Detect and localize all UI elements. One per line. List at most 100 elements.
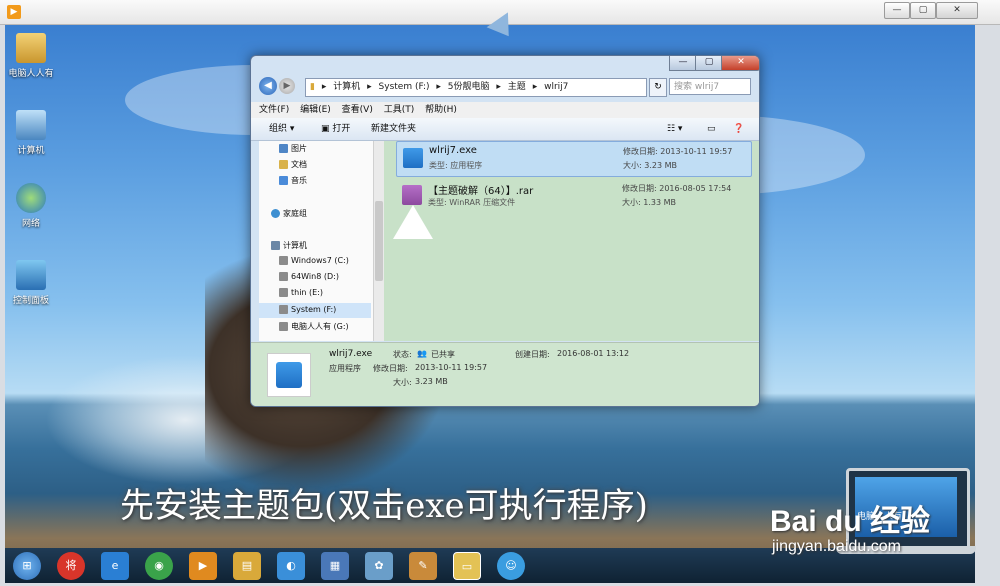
nav-item-label: 家庭组 xyxy=(283,209,307,218)
nav-item-label: 文档 xyxy=(291,160,307,169)
drive-icon xyxy=(279,288,288,297)
file-date: 修改日期: 2013-10-11 19:57 xyxy=(623,147,733,156)
back-button[interactable]: ◀ xyxy=(259,77,277,95)
nav-item-label: 音乐 xyxy=(291,176,307,185)
file-row-rar[interactable]: 【主题破解（64）】.rar 类型: WinRAR 压缩文件 修改日期: 201… xyxy=(396,179,750,213)
player-minimize-button[interactable]: — xyxy=(884,2,910,19)
explorer-icon[interactable]: ▭ xyxy=(453,552,481,580)
open-icon: ▣ xyxy=(321,124,333,134)
player-restore-button[interactable]: ▢ xyxy=(910,2,936,19)
open-label: 打开 xyxy=(332,124,351,134)
theme-icon[interactable]: ▦ xyxy=(321,552,349,580)
folder-icon[interactable]: ▤ xyxy=(233,552,261,580)
menu-tools[interactable]: 工具(T) xyxy=(384,102,415,118)
new-folder-button[interactable]: 新建文件夹 xyxy=(371,118,416,140)
breadcrumb-drive[interactable]: System (F:) xyxy=(379,82,430,92)
homegroup-icon xyxy=(271,209,280,218)
rar-archive-icon xyxy=(402,185,422,205)
explorer-maximize-button[interactable]: ▢ xyxy=(695,56,723,71)
chrome-icon[interactable]: ◉ xyxy=(145,552,173,580)
annotation-arrow-icon xyxy=(393,205,433,239)
menu-edit[interactable]: 编辑(E) xyxy=(300,102,331,118)
open-button[interactable]: ▣ 打开 xyxy=(321,118,350,140)
nav-item-homegroup[interactable]: 家庭组 xyxy=(271,208,307,219)
scrollbar-thumb[interactable] xyxy=(375,201,383,281)
player-close-button[interactable]: ✕ xyxy=(936,2,978,19)
nav-item-label: System (F:) xyxy=(291,305,337,314)
desktop-icon-network[interactable]: 网络 xyxy=(5,183,61,229)
nav-item-documents[interactable]: 文档 xyxy=(279,159,307,170)
details-pane: wlrij7.exe 应用程序 状态: 👥 已共享 修改日期: 2013-10-… xyxy=(251,342,759,406)
player-logo-icon[interactable]: ▶ xyxy=(7,5,21,19)
address-separator: ▸ xyxy=(532,82,538,92)
help-icon[interactable]: ❓ xyxy=(733,118,744,140)
refresh-icon[interactable]: ↻ xyxy=(649,78,667,97)
view-options-icon[interactable]: ☷ ▾ xyxy=(667,118,682,140)
details-modified-value: 2013-10-11 19:57 xyxy=(415,363,488,372)
nav-item-label: Windows7 (C:) xyxy=(291,256,349,265)
menu-view[interactable]: 查看(V) xyxy=(342,102,373,118)
preview-pane-icon[interactable]: ▭ xyxy=(707,118,716,140)
jingyan-url: jingyan.baidu.com xyxy=(772,538,901,555)
address-bar[interactable]: ▮ ▸ 计算机 ▸ System (F:) ▸ 5份靓电脑 ▸ 主题 ▸ wlr… xyxy=(305,78,647,97)
breadcrumb-current[interactable]: wlrij7 xyxy=(544,82,568,92)
nav-item-drive-c[interactable]: Windows7 (C:) xyxy=(279,256,349,265)
navigation-row: ◀ ▶ ▮ ▸ 计算机 ▸ System (F:) ▸ 5份靓电脑 ▸ 主题 ▸… xyxy=(251,74,759,100)
nav-item-pictures[interactable]: 图片 xyxy=(279,143,307,154)
forward-button[interactable]: ▶ xyxy=(279,78,295,94)
documents-icon xyxy=(279,160,288,169)
details-size-label: 大小: xyxy=(393,378,412,387)
navigation-pane: 图片 文档 音乐 家庭组 计算机 Windows7 (C:) 64Win8 (D… xyxy=(259,141,384,341)
nav-item-drive-d[interactable]: 64Win8 (D:) xyxy=(279,272,339,281)
desktop-icon-computer[interactable]: 计算机 xyxy=(5,110,61,156)
nav-item-label: thin (E:) xyxy=(291,288,324,297)
menu-help[interactable]: 帮助(H) xyxy=(425,102,457,118)
app-icon[interactable]: ◐ xyxy=(277,552,305,580)
file-list: wlrij7.exe 类型: 应用程序 修改日期: 2013-10-11 19:… xyxy=(384,141,759,341)
details-file-name: wlrij7.exe xyxy=(329,349,373,359)
settings-icon[interactable]: ✿ xyxy=(365,552,393,580)
nav-item-computer[interactable]: 计算机 xyxy=(271,240,307,251)
details-created-label: 创建日期: xyxy=(515,350,550,359)
file-size: 大小: 1.33 MB xyxy=(622,198,676,207)
nav-item-drive-f[interactable]: System (F:) xyxy=(279,305,336,314)
file-type: 类型: 应用程序 xyxy=(429,161,483,170)
nav-item-drive-e[interactable]: thin (E:) xyxy=(279,288,323,297)
breadcrumb-computer[interactable]: 计算机 xyxy=(333,82,360,92)
shared-icon: 👥 xyxy=(417,349,427,358)
tutorial-caption: 先安装主题包(双击exe可执行程序) xyxy=(120,486,648,526)
explorer-window: — ▢ ✕ ◀ ▶ ▮ ▸ 计算机 ▸ System (F:) ▸ 5份靓电脑 … xyxy=(250,55,760,407)
nav-item-label: 电脑人人有 (G:) xyxy=(291,322,349,331)
menu-bar: 文件(F) 编辑(E) 查看(V) 工具(T) 帮助(H) xyxy=(251,102,759,118)
details-modified-label: 修改日期: xyxy=(373,364,408,373)
breadcrumb-theme[interactable]: 主题 xyxy=(508,82,526,92)
paint-icon[interactable]: ✎ xyxy=(409,552,437,580)
file-name: wlrij7.exe xyxy=(429,145,477,156)
nav-scrollbar[interactable] xyxy=(373,141,384,341)
desktop-icon-label: 电脑人人有 xyxy=(8,69,54,79)
breadcrumb-folder[interactable]: 5份靓电脑 xyxy=(448,82,490,92)
start-orb-icon[interactable]: ⊞ xyxy=(13,552,41,580)
nav-item-label: 64Win8 (D:) xyxy=(291,272,339,281)
nav-item-music[interactable]: 音乐 xyxy=(279,175,307,186)
media-icon[interactable]: ▶ xyxy=(189,552,217,580)
baidu-watermark: Bai du 经验 xyxy=(770,505,931,538)
file-row-wlrij7[interactable]: wlrij7.exe 类型: 应用程序 修改日期: 2013-10-11 19:… xyxy=(396,141,752,177)
explorer-minimize-button[interactable]: — xyxy=(669,56,697,71)
user-folder-icon xyxy=(16,33,46,63)
pictures-icon xyxy=(279,144,288,153)
desktop-icon-label: 计算机 xyxy=(17,146,45,156)
organize-button[interactable]: 组织 ▾ xyxy=(269,118,294,140)
ie-icon[interactable]: e xyxy=(101,552,129,580)
nav-item-label: 计算机 xyxy=(283,241,307,250)
control-panel-icon xyxy=(16,260,46,290)
chat-icon[interactable]: ☺ xyxy=(497,552,525,580)
search-input[interactable]: 搜索 wlrij7 xyxy=(669,78,751,95)
menu-file[interactable]: 文件(F) xyxy=(259,102,289,118)
desktop-icon-user[interactable]: 电脑人人有 xyxy=(5,33,61,79)
explorer-close-button[interactable]: ✕ xyxy=(721,56,759,71)
desktop-icon-control-panel[interactable]: 控制面板 xyxy=(5,260,61,306)
app-red-icon[interactable]: 将 xyxy=(57,552,85,580)
music-icon xyxy=(279,176,288,185)
nav-item-drive-g[interactable]: 电脑人人有 (G:) xyxy=(279,321,349,332)
